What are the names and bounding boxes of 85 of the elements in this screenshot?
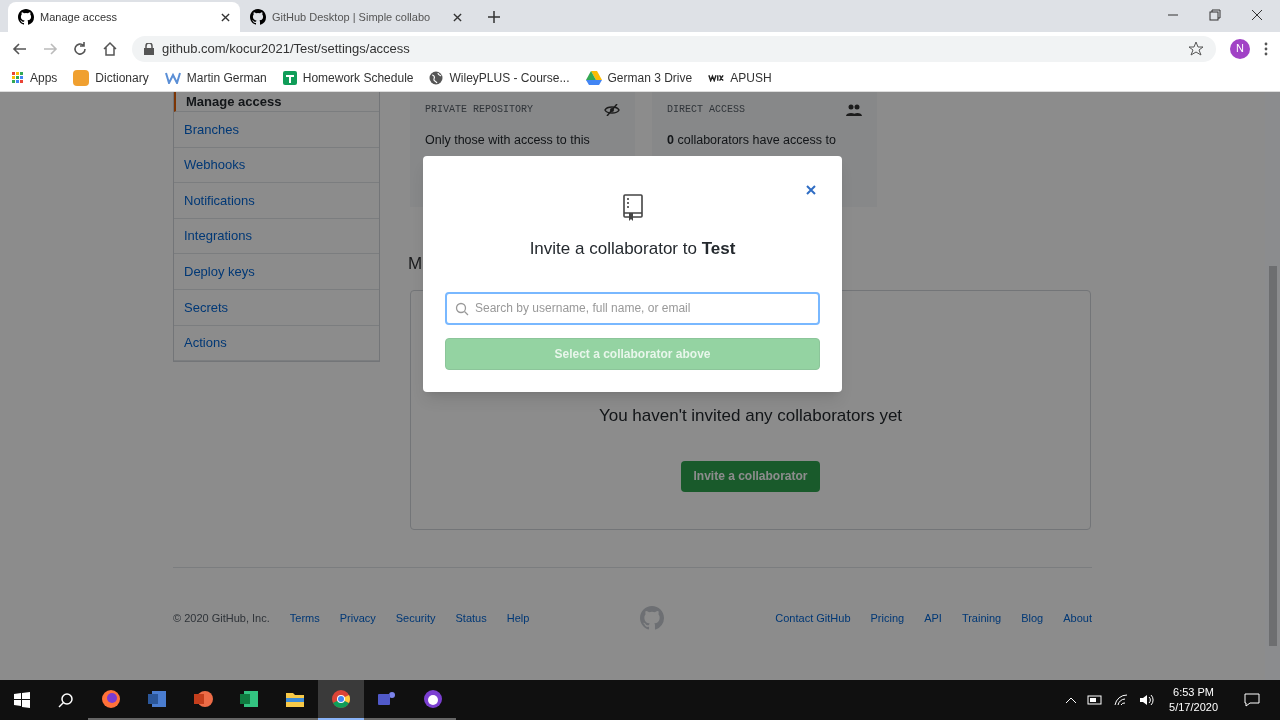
sidebar-item[interactable]: Webhooks <box>174 147 379 184</box>
drive-icon <box>585 71 602 85</box>
bookmark-link[interactable]: WileyPLUS - Course... <box>429 69 570 87</box>
restore-icon[interactable] <box>1209 9 1221 21</box>
copyright-text: © 2020 GitHub, Inc. <box>173 610 270 626</box>
bookmark-link[interactable]: Dictionary <box>73 69 149 87</box>
footer-link[interactable]: Privacy <box>339 609 376 627</box>
clock[interactable]: 6:53 PM 5/17/2020 <box>1165 685 1222 715</box>
footer-link[interactable]: Help <box>506 609 530 627</box>
bookmark-link[interactable]: German 3 Drive <box>585 69 693 87</box>
app-icon <box>423 689 443 709</box>
browser-tab[interactable]: Manage access <box>8 2 240 32</box>
close-icon[interactable] <box>453 12 462 22</box>
close-icon[interactable] <box>221 12 230 22</box>
globe-icon <box>429 71 444 85</box>
scrollbar[interactable] <box>1265 92 1280 680</box>
sheet-icon <box>282 71 297 85</box>
dialog-title: Invite a collaborator to Test <box>529 238 736 260</box>
section-heading: M <box>408 255 423 272</box>
bookmark-link[interactable]: Martin German <box>164 69 267 87</box>
sidebar-item[interactable]: Branches <box>174 112 379 148</box>
chevron-up-icon[interactable] <box>1065 696 1078 704</box>
wix-logo-icon <box>708 74 725 82</box>
footer-link[interactable]: Blog <box>1021 609 1044 627</box>
footer-link[interactable]: Training <box>961 609 1002 627</box>
github-logo-icon <box>250 9 266 25</box>
lock-icon <box>144 42 154 55</box>
bookmark-link[interactable]: Apps <box>12 69 58 87</box>
card-text: Only those with access to this <box>425 132 591 149</box>
taskbar-app[interactable] <box>318 680 364 720</box>
people-icon <box>846 103 862 116</box>
chrome-icon <box>331 689 351 709</box>
invite-collaborator-button[interactable]: Invite a collaborator <box>681 460 820 492</box>
sidebar-item[interactable]: Notifications <box>174 183 379 219</box>
book-icon <box>622 194 643 222</box>
w-logo-icon <box>164 72 181 84</box>
speaker-icon[interactable] <box>1139 693 1156 707</box>
word-icon <box>147 689 167 709</box>
clock-date: 5/17/2020 <box>1169 700 1218 715</box>
sidebar-item[interactable]: Actions <box>174 325 379 362</box>
github-logo-icon <box>18 9 34 25</box>
sidebar-item[interactable]: Manage access <box>174 92 379 112</box>
more-menu-icon[interactable] <box>1264 41 1268 56</box>
empty-state-text: You haven't invited any collaborators yet <box>598 405 903 427</box>
footer-link[interactable]: Terms <box>289 609 320 627</box>
card-text: 0 collaborators have access to <box>667 132 837 149</box>
footer-link[interactable]: About <box>1063 609 1092 627</box>
tab-title: GitHub Desktop | Simple collabo <box>272 9 432 25</box>
reload-icon[interactable] <box>72 40 88 57</box>
search-field[interactable]: Search by username, full name, or email <box>445 291 820 325</box>
firefox-icon <box>101 689 121 709</box>
search-icon <box>455 301 469 316</box>
clock-time: 6:53 PM <box>1173 685 1214 700</box>
address-bar[interactable]: github.com/kocur2021/Test/settings/access <box>132 35 1216 62</box>
bookmark-link[interactable]: Homework Schedule <box>282 69 414 87</box>
wifi-icon[interactable] <box>1113 693 1130 707</box>
sidebar-item[interactable]: Secrets <box>174 289 379 326</box>
excel-icon <box>239 689 259 709</box>
card-heading: DIRECT ACCESS <box>667 103 745 117</box>
footer-link[interactable]: Pricing <box>870 609 905 627</box>
home-icon[interactable] <box>102 40 118 57</box>
search-icon[interactable] <box>58 692 74 708</box>
notifications-icon[interactable] <box>1244 693 1260 707</box>
folder-icon <box>285 690 305 708</box>
eye-slash-icon <box>604 103 620 116</box>
footer-link[interactable]: API <box>924 609 942 627</box>
apps-grid-icon <box>12 72 24 84</box>
star-icon[interactable] <box>1188 40 1204 57</box>
windows-start-icon[interactable] <box>14 692 30 708</box>
bookmark-link[interactable]: APUSH <box>708 69 772 87</box>
powerpoint-icon <box>193 689 213 709</box>
battery-icon[interactable] <box>1087 695 1104 705</box>
tab-title: Manage access <box>40 9 119 25</box>
back-arrow-icon[interactable] <box>12 40 28 57</box>
profile-avatar[interactable]: N <box>1230 38 1250 59</box>
url-text: github.com/kocur2021/Test/settings/access <box>162 39 411 58</box>
sidebar-item[interactable]: Integrations <box>174 218 379 255</box>
footer-link[interactable]: Security <box>395 609 436 627</box>
card-heading: PRIVATE REPOSITORY <box>425 103 534 117</box>
sidebar-item[interactable]: Deploy keys <box>174 254 379 290</box>
github-logo-icon <box>640 606 665 630</box>
new-tab-icon[interactable] <box>488 11 500 23</box>
footer-link[interactable]: Status <box>455 609 487 627</box>
close-icon[interactable] <box>1251 9 1263 21</box>
footer-link[interactable]: Contact GitHub <box>775 609 851 627</box>
